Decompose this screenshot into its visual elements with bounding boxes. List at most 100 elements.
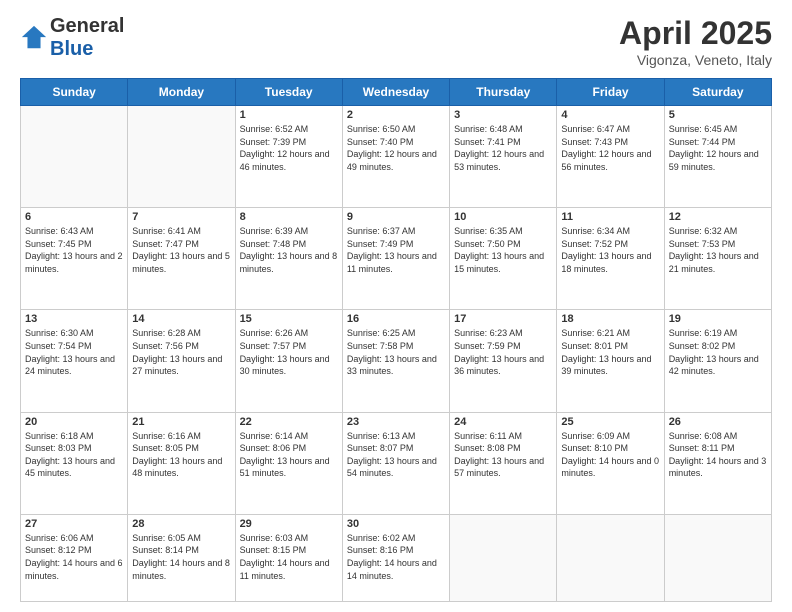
table-row: 19 Sunrise: 6:19 AM Sunset: 8:02 PM Dayli… (664, 310, 771, 412)
day-number: 11 (561, 211, 659, 223)
day-info: Sunrise: 6:14 AM Sunset: 8:06 PM Dayligh… (240, 430, 338, 480)
table-row (128, 106, 235, 208)
title-section: April 2025 Vigonza, Veneto, Italy (619, 15, 772, 68)
table-row: 11 Sunrise: 6:34 AM Sunset: 7:52 PM Dayli… (557, 208, 664, 310)
day-number: 4 (561, 109, 659, 121)
table-row: 1 Sunrise: 6:52 AM Sunset: 7:39 PM Daylig… (235, 106, 342, 208)
day-info: Sunrise: 6:02 AM Sunset: 8:16 PM Dayligh… (347, 532, 445, 582)
day-number: 30 (347, 518, 445, 530)
day-number: 26 (669, 416, 767, 428)
month-title: April 2025 (619, 15, 772, 52)
table-row: 27Sunrise: 6:06 AM Sunset: 8:12 PM Dayli… (21, 514, 128, 601)
table-row: 15 Sunrise: 6:26 AM Sunset: 7:57 PM Dayli… (235, 310, 342, 412)
table-row: 23 Sunrise: 6:13 AM Sunset: 8:07 PM Dayli… (342, 412, 449, 514)
day-number: 1 (240, 109, 338, 121)
day-number: 24 (454, 416, 552, 428)
day-info: Sunrise: 6:50 AM Sunset: 7:40 PM Dayligh… (347, 123, 445, 173)
table-row (450, 514, 557, 601)
col-saturday: Saturday (664, 79, 771, 106)
day-number: 16 (347, 313, 445, 325)
day-number: 22 (240, 416, 338, 428)
day-number: 7 (132, 211, 230, 223)
table-row: 13Sunrise: 6:30 AM Sunset: 7:54 PM Dayli… (21, 310, 128, 412)
table-row: 3 Sunrise: 6:48 AM Sunset: 7:41 PM Daylig… (450, 106, 557, 208)
day-number: 3 (454, 109, 552, 121)
location-subtitle: Vigonza, Veneto, Italy (619, 52, 772, 68)
calendar: Sunday Monday Tuesday Wednesday Thursday… (20, 78, 772, 602)
day-info: Sunrise: 6:18 AM Sunset: 8:03 PM Dayligh… (25, 430, 123, 480)
day-number: 28 (132, 518, 230, 530)
table-row: 25Sunrise: 6:09 AM Sunset: 8:10 PM Dayli… (557, 412, 664, 514)
day-info: Sunrise: 6:32 AM Sunset: 7:53 PM Dayligh… (669, 225, 767, 275)
col-friday: Friday (557, 79, 664, 106)
day-info: Sunrise: 6:09 AM Sunset: 8:10 PM Dayligh… (561, 430, 659, 480)
day-number: 15 (240, 313, 338, 325)
day-info: Sunrise: 6:34 AM Sunset: 7:52 PM Dayligh… (561, 225, 659, 275)
day-number: 23 (347, 416, 445, 428)
header: General Blue April 2025 Vigonza, Veneto,… (20, 15, 772, 68)
day-info: Sunrise: 6:03 AM Sunset: 8:15 PM Dayligh… (240, 532, 338, 582)
day-info: Sunrise: 6:08 AM Sunset: 8:11 PM Dayligh… (669, 430, 767, 480)
table-row: 30 Sunrise: 6:02 AM Sunset: 8:16 PM Dayli… (342, 514, 449, 601)
table-row: 18Sunrise: 6:21 AM Sunset: 8:01 PM Dayli… (557, 310, 664, 412)
table-row: 20 Sunrise: 6:18 AM Sunset: 8:03 PM Dayli… (21, 412, 128, 514)
day-number: 21 (132, 416, 230, 428)
table-row: 26 Sunrise: 6:08 AM Sunset: 8:11 PM Dayli… (664, 412, 771, 514)
day-info: Sunrise: 6:39 AM Sunset: 7:48 PM Dayligh… (240, 225, 338, 275)
day-info: Sunrise: 6:47 AM Sunset: 7:43 PM Dayligh… (561, 123, 659, 173)
day-info: Sunrise: 6:48 AM Sunset: 7:41 PM Dayligh… (454, 123, 552, 173)
day-info: Sunrise: 6:41 AM Sunset: 7:47 PM Dayligh… (132, 225, 230, 275)
day-number: 27 (25, 518, 123, 530)
logo-blue: Blue (50, 38, 93, 60)
calendar-header-row: Sunday Monday Tuesday Wednesday Thursday… (21, 79, 772, 106)
table-row: 8 Sunrise: 6:39 AM Sunset: 7:48 PM Daylig… (235, 208, 342, 310)
table-row: 6 Sunrise: 6:43 AM Sunset: 7:45 PM Daylig… (21, 208, 128, 310)
day-info: Sunrise: 6:52 AM Sunset: 7:39 PM Dayligh… (240, 123, 338, 173)
day-number: 10 (454, 211, 552, 223)
day-number: 17 (454, 313, 552, 325)
table-row (664, 514, 771, 601)
table-row: 2 Sunrise: 6:50 AM Sunset: 7:40 PM Daylig… (342, 106, 449, 208)
table-row: 14Sunrise: 6:28 AM Sunset: 7:56 PM Dayli… (128, 310, 235, 412)
day-number: 2 (347, 109, 445, 121)
day-info: Sunrise: 6:11 AM Sunset: 8:08 PM Dayligh… (454, 430, 552, 480)
day-number: 5 (669, 109, 767, 121)
day-number: 29 (240, 518, 338, 530)
day-info: Sunrise: 6:25 AM Sunset: 7:58 PM Dayligh… (347, 327, 445, 377)
table-row: 21Sunrise: 6:16 AM Sunset: 8:05 PM Dayli… (128, 412, 235, 514)
table-row: 29 Sunrise: 6:03 AM Sunset: 8:15 PM Dayli… (235, 514, 342, 601)
logo-general: General (50, 15, 124, 37)
day-number: 6 (25, 211, 123, 223)
logo-text: General Blue (50, 15, 124, 61)
day-info: Sunrise: 6:26 AM Sunset: 7:57 PM Dayligh… (240, 327, 338, 377)
day-info: Sunrise: 6:45 AM Sunset: 7:44 PM Dayligh… (669, 123, 767, 173)
col-tuesday: Tuesday (235, 79, 342, 106)
table-row: 7 Sunrise: 6:41 AM Sunset: 7:47 PM Daylig… (128, 208, 235, 310)
day-number: 14 (132, 313, 230, 325)
table-row: 10Sunrise: 6:35 AM Sunset: 7:50 PM Dayli… (450, 208, 557, 310)
logo: General Blue (20, 15, 124, 61)
table-row: 12 Sunrise: 6:32 AM Sunset: 7:53 PM Dayli… (664, 208, 771, 310)
col-sunday: Sunday (21, 79, 128, 106)
day-number: 19 (669, 313, 767, 325)
table-row: 28Sunrise: 6:05 AM Sunset: 8:14 PM Dayli… (128, 514, 235, 601)
day-info: Sunrise: 6:43 AM Sunset: 7:45 PM Dayligh… (25, 225, 123, 275)
table-row: 17 Sunrise: 6:23 AM Sunset: 7:59 PM Dayli… (450, 310, 557, 412)
day-info: Sunrise: 6:37 AM Sunset: 7:49 PM Dayligh… (347, 225, 445, 275)
table-row (21, 106, 128, 208)
col-wednesday: Wednesday (342, 79, 449, 106)
col-thursday: Thursday (450, 79, 557, 106)
day-number: 20 (25, 416, 123, 428)
table-row: 9Sunrise: 6:37 AM Sunset: 7:49 PM Daylig… (342, 208, 449, 310)
day-number: 8 (240, 211, 338, 223)
day-info: Sunrise: 6:13 AM Sunset: 8:07 PM Dayligh… (347, 430, 445, 480)
day-info: Sunrise: 6:23 AM Sunset: 7:59 PM Dayligh… (454, 327, 552, 377)
day-info: Sunrise: 6:19 AM Sunset: 8:02 PM Dayligh… (669, 327, 767, 377)
col-monday: Monday (128, 79, 235, 106)
table-row (557, 514, 664, 601)
logo-icon (20, 24, 48, 52)
day-number: 12 (669, 211, 767, 223)
day-number: 13 (25, 313, 123, 325)
table-row: 5 Sunrise: 6:45 AM Sunset: 7:44 PM Daylig… (664, 106, 771, 208)
table-row: 16 Sunrise: 6:25 AM Sunset: 7:58 PM Dayli… (342, 310, 449, 412)
